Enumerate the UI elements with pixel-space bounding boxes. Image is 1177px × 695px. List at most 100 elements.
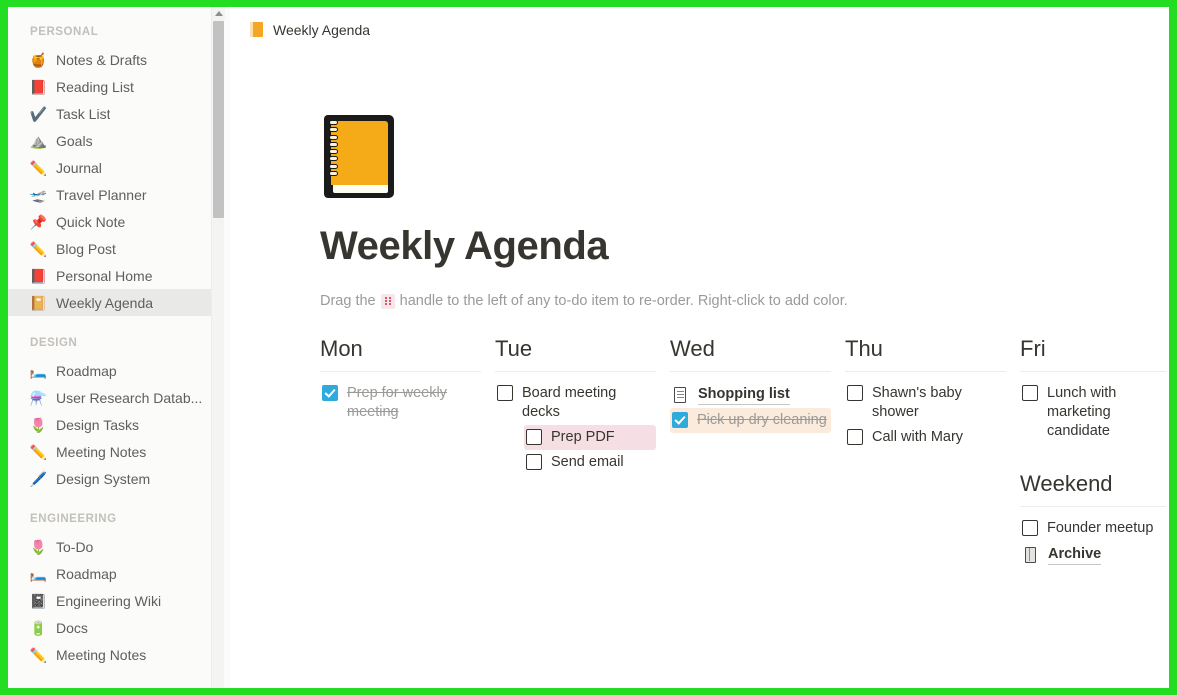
notion-app-window: PERSONAL 🍯 Notes & Drafts 📕 Reading List ✔️ Ta…	[8, 7, 1169, 688]
todo-item[interactable]: Founder meetup	[1020, 516, 1166, 541]
todo-item[interactable]: Prep for weekly meeting	[320, 381, 481, 425]
sidebar-item-meeting-notes[interactable]: ✏️ Meeting Notes	[8, 438, 214, 465]
sidebar-item-docs[interactable]: 🔋 Docs	[8, 614, 214, 641]
checkbox-unchecked[interactable]	[847, 385, 863, 401]
todo-item[interactable]: Prep PDF	[524, 425, 656, 450]
todo-item-label: Prep PDF	[551, 429, 615, 445]
hint-text-after: handle to the left of any to-do item to …	[399, 293, 848, 309]
battery-icon: 🔋	[29, 619, 48, 636]
sidebar-item-travel-planner[interactable]: 🛫 Travel Planner	[8, 181, 214, 208]
page-link[interactable]: Shopping list	[670, 381, 831, 408]
checkbox-checked[interactable]	[322, 385, 338, 401]
orange-notebook-icon[interactable]	[320, 109, 398, 201]
day-column-heading: Thu	[845, 336, 883, 361]
drag-handle-icon	[380, 293, 395, 309]
tulip-icon: 🌷	[29, 416, 48, 433]
sidebar-item-label: Design Tasks	[56, 416, 140, 433]
pencil-icon: ✏️	[29, 443, 48, 460]
sidebar-section-label: ENGINEERING	[30, 513, 117, 525]
sidebar-item-label: Notes & Drafts	[56, 51, 148, 68]
day-column-heading: Fri	[1020, 336, 1046, 361]
pencil-icon: ✏️	[29, 646, 48, 663]
spiral-binding-icon	[329, 120, 338, 186]
checkbox-unchecked[interactable]	[1022, 520, 1038, 536]
sidebar-item-meeting-notes[interactable]: ✏️ Meeting Notes	[8, 641, 214, 668]
sidebar-item-weekly-agenda[interactable]: 📔 Weekly Agenda	[8, 289, 214, 316]
day-column-fri: Fri Lunch with marketing candidate Weekend…	[1020, 335, 1169, 568]
heading-divider	[1020, 371, 1166, 372]
checkbox-unchecked[interactable]	[497, 385, 513, 401]
sidebar-item-roadmap[interactable]: 🛏️ Roadmap	[8, 357, 214, 384]
heading-divider	[1020, 506, 1166, 507]
sidebar-item-label: Roadmap	[56, 565, 117, 582]
document-icon	[672, 386, 689, 404]
topbar: Weekly Agenda	[230, 7, 1169, 52]
breadcrumb[interactable]: Weekly Agenda	[244, 18, 375, 41]
sidebar: PERSONAL 🍯 Notes & Drafts 📕 Reading List ✔️ Ta…	[8, 7, 230, 688]
todo-item-label: Lunch with marketing candidate	[1047, 385, 1117, 439]
checkbox-unchecked[interactable]	[526, 454, 542, 470]
airplane-icon: 🛫	[29, 186, 48, 203]
sidebar-item-user-research-datab[interactable]: ⚗️ User Research Datab...	[8, 384, 214, 411]
sidebar-item-label: Task List	[56, 105, 111, 122]
closed-book-icon: 📕	[29, 267, 48, 284]
day-column-tue: Tue Board meeting decks Prep PDF Send email	[495, 335, 670, 475]
page-link-label: Shopping list	[698, 384, 790, 405]
notebook-icon	[249, 21, 264, 38]
breadcrumb-label: Weekly Agenda	[273, 21, 371, 38]
todo-item[interactable]: Shawn's baby shower	[845, 381, 1006, 425]
page-link[interactable]: Archive	[1020, 541, 1166, 568]
pen-icon: 🖊️	[29, 470, 48, 487]
sidebar-item-blog-post[interactable]: ✏️ Blog Post	[8, 235, 214, 262]
todo-item-label: Call with Mary	[872, 429, 964, 445]
heading-divider	[320, 371, 481, 372]
pushpin-icon: 📌	[29, 213, 48, 230]
todo-item-label: Pick up dry cleaning	[697, 412, 827, 428]
sidebar-item-goals[interactable]: ⛰️ Goals	[8, 127, 214, 154]
sidebar-item-label: Meeting Notes	[56, 646, 147, 663]
day-column-wed: Wed Shopping list Pick up dry cleaning	[670, 335, 845, 433]
sidebar-item-design-system[interactable]: 🖊️ Design System	[8, 465, 214, 492]
sidebar-item-label: Journal	[56, 159, 102, 176]
pencil-icon: ✏️	[29, 159, 48, 176]
sidebar-item-to-do[interactable]: 🌷 To-Do	[8, 533, 214, 560]
todo-item-label: Prep for weekly meeting	[347, 385, 447, 420]
todo-item[interactable]: Send email	[524, 450, 656, 475]
scroll-up-arrow-icon[interactable]	[212, 7, 225, 20]
sidebar-item-label: Engineering Wiki	[56, 592, 162, 609]
checkbox-unchecked[interactable]	[1022, 385, 1038, 401]
check-mark-icon: ✔️	[29, 105, 48, 122]
hint-text-before: Drag the	[320, 293, 376, 309]
sidebar-item-label: Quick Note	[56, 213, 126, 230]
todo-item-label: Founder meetup	[1047, 520, 1154, 536]
sidebar-item-quick-note[interactable]: 📌 Quick Note	[8, 208, 214, 235]
notebook-icon	[1022, 546, 1039, 564]
sidebar-item-roadmap[interactable]: 🛏️ Roadmap	[8, 560, 214, 587]
sidebar-item-notes-drafts[interactable]: 🍯 Notes & Drafts	[8, 46, 214, 73]
sidebar-scroll-area: PERSONAL 🍯 Notes & Drafts 📕 Reading List ✔️ Ta…	[8, 7, 214, 688]
page-hint: Drag the handle to the left of any to-do…	[320, 291, 1149, 311]
checkbox-unchecked[interactable]	[526, 429, 542, 445]
heading-divider	[845, 371, 1006, 372]
sidebar-scrollbar[interactable]	[211, 7, 225, 688]
page-link-label: Archive	[1048, 544, 1102, 565]
todo-item[interactable]: Pick up dry cleaning	[670, 408, 831, 433]
mountain-icon: ⛰️	[29, 132, 48, 149]
sidebar-item-reading-list[interactable]: 📕 Reading List	[8, 73, 214, 100]
day-column-mon: Mon Prep for weekly meeting	[320, 335, 495, 425]
todo-item[interactable]: Board meeting decks	[495, 381, 656, 425]
sidebar-scrollbar-thumb[interactable]	[213, 21, 224, 218]
sidebar-item-personal-home[interactable]: 📕 Personal Home	[8, 262, 214, 289]
todo-item[interactable]: Call with Mary	[845, 425, 1006, 450]
sidebar-item-design-tasks[interactable]: 🌷 Design Tasks	[8, 411, 214, 438]
sidebar-item-engineering-wiki[interactable]: 📓 Engineering Wiki	[8, 587, 214, 614]
todo-item[interactable]: Lunch with marketing candidate	[1020, 381, 1166, 444]
day-column-thu: Thu Shawn's baby shower Call with Mary	[845, 335, 1020, 450]
sidebar-item-journal[interactable]: ✏️ Journal	[8, 154, 214, 181]
checkbox-checked[interactable]	[672, 412, 688, 428]
checkbox-unchecked[interactable]	[847, 429, 863, 445]
sidebar-item-task-list[interactable]: ✔️ Task List	[8, 100, 214, 127]
page-body: Weekly Agenda Drag the handle to the lef…	[230, 109, 1169, 568]
screenshot-frame: PERSONAL 🍯 Notes & Drafts 📕 Reading List ✔️ Ta…	[0, 0, 1177, 695]
